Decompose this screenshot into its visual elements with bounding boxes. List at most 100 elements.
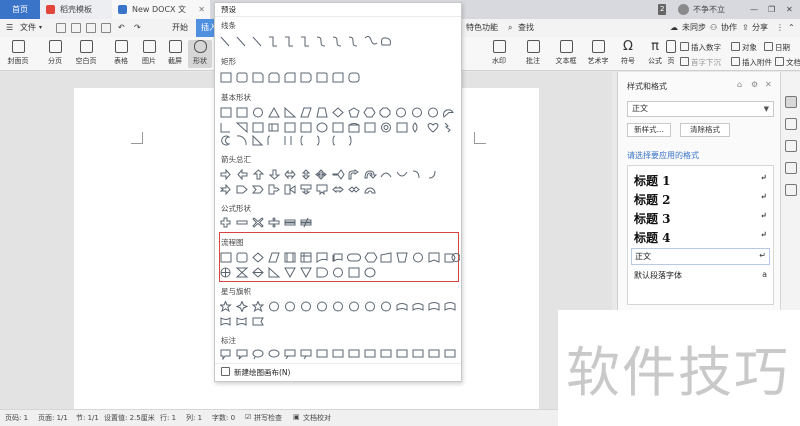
clear-format-button[interactable]: 清除格式 [680,123,730,137]
current-style-value: 正文 [632,104,648,113]
shape-row-basic-2[interactable] [220,122,460,133]
adjust-icon[interactable] [785,140,797,152]
date-button[interactable]: 日期 [764,42,790,53]
style-heading-4[interactable]: 标题 4 ↵ [634,229,767,246]
shape-row-flowchart-1[interactable] [220,252,460,263]
style-heading-1[interactable]: 标题 1 ↵ [634,172,767,189]
attachment-button[interactable]: 插入附件 [731,57,772,68]
status-spellcheck[interactable]: 拼写检查 [254,413,282,423]
collapse-ribbon-icon[interactable]: ⌃ [788,19,795,37]
page-button[interactable]: 页 [664,40,678,68]
new-style-button[interactable]: 新样式... [627,123,671,137]
menu-start[interactable]: 开始 [172,19,188,37]
formula-button[interactable]: π 公式 [644,40,666,68]
menu-special[interactable]: 特色功能 [466,19,498,37]
style-heading-3[interactable]: 标题 3 ↵ [634,210,767,227]
cover-button[interactable]: 封面页 [6,40,30,68]
wordart-button[interactable]: 艺术字 [584,40,612,68]
pen-icon[interactable] [785,96,797,108]
paragraph-mark-icon: ↵ [760,229,767,239]
dropcap-button[interactable]: 首字下沉 [680,57,721,68]
style-normal[interactable]: 正文 ↵ [631,248,770,265]
formula-label: 公式 [648,57,662,65]
tool-icon[interactable] [785,184,797,196]
shape-row-basic-1[interactable] [220,107,460,118]
menu-icon[interactable]: ☰ [6,19,13,37]
style-heading-2[interactable]: 标题 2 ↵ [634,191,767,208]
close-window-icon[interactable]: ✕ [786,0,793,19]
comment-button[interactable]: 批注 [522,40,544,68]
watermark-label: 水印 [492,57,506,65]
redo-icon[interactable]: ↷ [134,19,141,37]
style-list: 标题 1 ↵ 标题 2 ↵ 标题 3 ↵ 标题 4 ↵ 正文 ↵ 默认段落字体 a [627,165,774,305]
textbox-button[interactable]: 文本框 [552,40,580,68]
tab-template[interactable]: 稻壳模板 [40,0,112,19]
table-button[interactable]: 表格 [110,40,132,68]
screenshot-icon [168,40,182,53]
insert-number-button[interactable]: 插入数字 [680,42,721,53]
symbol-button[interactable]: Ω 符号 [616,40,640,68]
docpart-icon [775,57,784,66]
pagination-button[interactable]: 分页 [44,40,66,68]
docpart-button[interactable]: 文档部 [775,57,800,68]
spellcheck-icon: ☑ [245,413,252,421]
section-basic-title: 基本形状 [221,93,251,102]
shape-row-arrows-1[interactable] [220,169,460,180]
file-dropdown-icon[interactable]: ▾ [39,19,42,37]
style-default-font[interactable]: 默认段落字体 a [634,270,767,281]
cover-icon [11,40,25,53]
current-style-select[interactable]: 正文 ▼ [627,101,774,117]
menu-share[interactable]: 分享 [752,19,768,37]
minimize-icon[interactable]: — [750,0,758,19]
notification-badge[interactable]: 2 [658,4,667,15]
pane-lock-icon[interactable]: ⌂ [737,80,742,89]
print-icon[interactable] [86,23,96,33]
close-tab-icon[interactable]: ✕ [198,0,205,19]
pane-close-icon[interactable]: ✕ [765,80,772,89]
style-normal-label: 正文 [635,252,651,261]
cursor-icon[interactable] [785,118,797,130]
menu-collab[interactable]: 协作 [721,19,737,37]
open-icon[interactable] [71,23,81,33]
pane-settings-icon[interactable]: ⚙ [751,80,758,89]
style-default-font-label: 默认段落字体 [634,271,682,280]
shape-row-arrows-2[interactable] [220,184,460,195]
preview-icon[interactable] [101,23,111,33]
status-words[interactable]: 字数: 0 [212,413,235,423]
undo-icon[interactable]: ↶ [118,19,125,37]
watermark-button[interactable]: 水印 [488,40,510,68]
screenshot-button[interactable]: 截屏 [164,40,186,68]
shape-row-stars-1[interactable] [220,301,460,312]
page-icon [666,40,676,53]
pagination-label: 分页 [48,57,62,65]
tab-template-label: 稻壳模板 [60,5,92,14]
shape-button[interactable]: 形状 [188,40,212,68]
menu-find[interactable]: 查找 [518,19,534,37]
restore-icon[interactable]: ❐ [768,0,775,19]
find-icon: ⌕ [508,23,513,32]
format-icon[interactable] [785,162,797,174]
more-icon[interactable]: ⋮ [776,19,784,37]
shape-row-rect[interactable] [220,72,460,83]
object-button[interactable]: 对象 [731,42,757,53]
shape-row-flowchart-2[interactable] [220,267,460,278]
divider [215,16,461,17]
shape-row-formula[interactable] [220,217,460,228]
menu-file[interactable]: 文件 [20,19,36,37]
menu-sync[interactable]: 未同步 [682,19,706,37]
page-break-icon [48,40,62,53]
shape-row-callouts[interactable] [220,349,460,360]
avatar[interactable] [678,4,689,15]
shape-row-basic-3[interactable] [220,135,460,146]
tab-home[interactable]: 首页 [0,0,40,19]
status-proofread[interactable]: 文档校对 [303,413,331,423]
shape-row-stars-2[interactable] [220,316,460,327]
tab-document[interactable]: New DOCX 文档.docx ✕ [112,0,210,33]
save-icon[interactable] [56,23,66,33]
comment-icon [526,40,540,53]
new-canvas-button[interactable]: 新建绘图画布(N) [221,367,290,378]
picture-button[interactable]: 图片 [138,40,160,68]
shape-row-lines[interactable] [220,36,460,47]
blank-page-button[interactable]: 空白页 [72,40,100,68]
user-name[interactable]: 不争不立 [693,0,725,19]
